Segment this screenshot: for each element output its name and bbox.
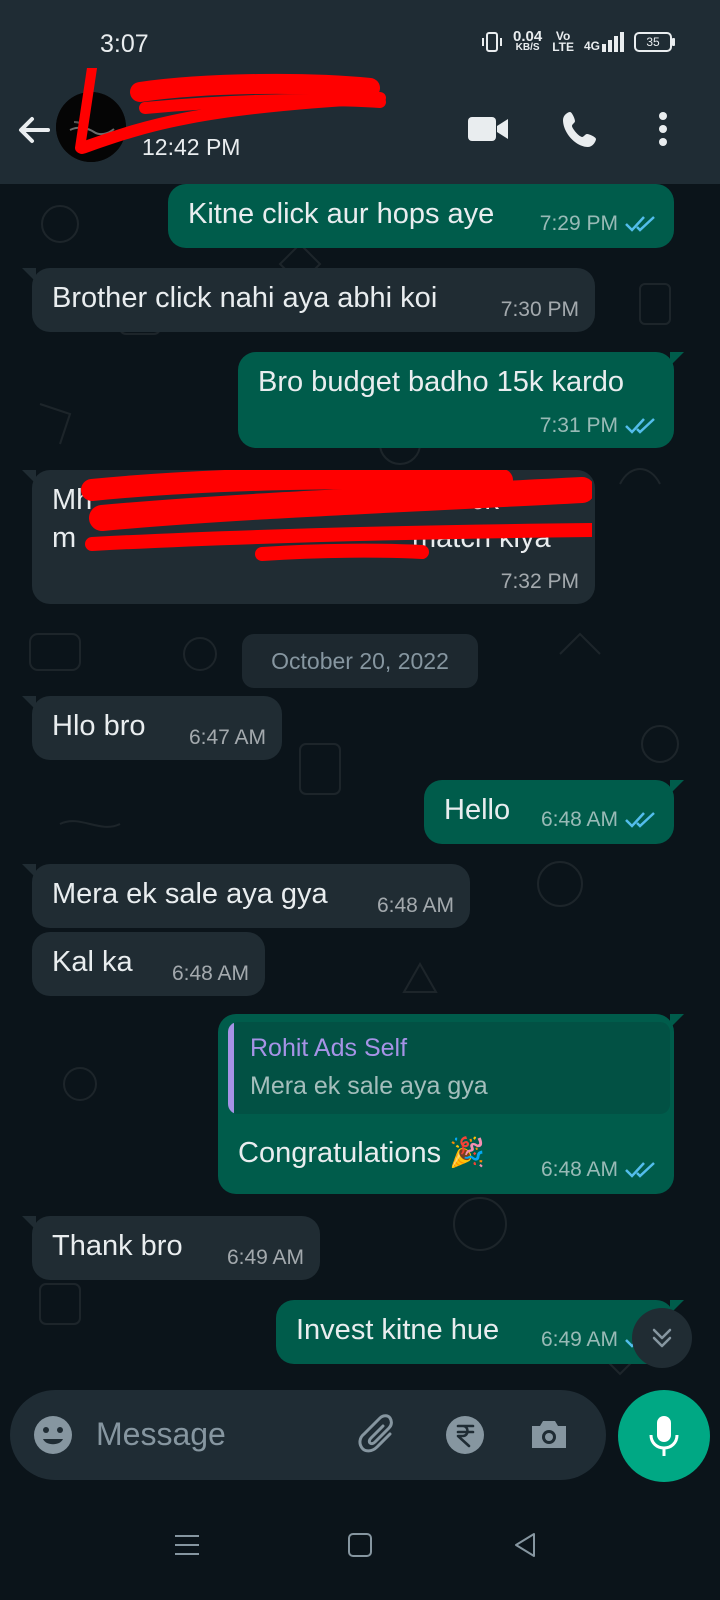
compose-bar: Message (0, 1390, 720, 1490)
signal-indicator: 4G (584, 32, 624, 52)
last-seen: 12:42 PM (142, 134, 241, 160)
message-input[interactable]: Message (96, 1416, 226, 1453)
message-text: Hello (444, 794, 511, 826)
message-meta: 6:49 AM (227, 1246, 304, 1270)
message-text: Kitne click aur hops aye (188, 198, 495, 230)
message-bubble-outgoing[interactable]: Kitne click aur hops aye 7:29 PM (168, 184, 674, 248)
message-meta: 6:48 AM (377, 894, 454, 918)
read-ticks-icon (625, 216, 655, 232)
phone-icon[interactable] (558, 106, 604, 152)
message-bubble-incoming[interactable]: Thank bro 6:49 AM (22, 1216, 320, 1280)
message-meta: 6:47 AM (189, 726, 266, 750)
video-call-icon[interactable] (466, 106, 512, 152)
message-text: Bro budget badho 15k kardo (258, 366, 624, 398)
rupee-payment-icon[interactable] (444, 1414, 486, 1456)
quoted-message[interactable]: Rohit Ads Self Mera ek sale aya gya (228, 1022, 670, 1114)
message-time: 6:48 AM (171, 962, 249, 985)
quote-accent-bar (228, 1022, 234, 1114)
message-time: 6:48 AM (376, 894, 454, 917)
emoji-icon[interactable] (32, 1414, 74, 1456)
message-bubble-incoming[interactable]: Mh ck m match kiya 7:32 PM (22, 470, 595, 604)
message-meta: 7:31 PM (540, 414, 658, 438)
status-time: 3:07 (100, 30, 149, 58)
message-bubble-incoming[interactable]: Hlo bro 6:47 AM (22, 696, 282, 760)
more-options-icon[interactable] (640, 106, 686, 152)
camera-icon[interactable] (526, 1412, 572, 1458)
message-meta: 7:29 PM (540, 212, 658, 236)
read-ticks-icon (625, 812, 655, 828)
mic-icon (649, 1416, 679, 1456)
message-time: 7:32 PM (500, 570, 579, 593)
message-text: Invest kitne hue (296, 1314, 500, 1346)
read-ticks-icon (625, 418, 655, 434)
message-meta: 6:48 AM (541, 1158, 658, 1182)
message-meta: 6:48 AM (172, 962, 249, 986)
message-text: Thank bro (52, 1230, 183, 1262)
scroll-down-icon (652, 1328, 672, 1348)
message-text: Hlo bro (52, 710, 146, 742)
message-time: 6:48 AM (540, 1158, 618, 1181)
message-meta: 6:48 AM (541, 808, 658, 832)
system-nav-bar (0, 1490, 720, 1600)
message-bubble-incoming[interactable]: Kal ka 6:48 AM (32, 932, 265, 996)
message-time: 7:30 PM (500, 298, 579, 321)
message-text: Kal ka (52, 946, 133, 978)
message-time: 7:29 PM (539, 212, 618, 235)
nav-menu-icon[interactable] (170, 1528, 204, 1562)
message-bubble-incoming[interactable]: Mera ek sale aya gya 6:48 AM (22, 864, 470, 928)
message-time: 6:49 AM (226, 1246, 304, 1269)
scroll-down-button[interactable] (632, 1308, 692, 1368)
message-meta: 7:32 PM (501, 570, 579, 594)
nav-back-icon[interactable] (508, 1528, 542, 1562)
nav-home-icon[interactable] (343, 1528, 377, 1562)
back-arrow-icon[interactable] (14, 110, 54, 150)
message-text: Brother click nahi aya abhi koi (52, 282, 438, 314)
vibrate-icon (482, 32, 502, 52)
volte-indicator: Vo LTE (552, 29, 574, 54)
quoted-text: Mera ek sale aya gya (250, 1072, 488, 1100)
message-bubble-outgoing-reply[interactable]: Rohit Ads Self Mera ek sale aya gya Cong… (218, 1014, 684, 1194)
message-time: 7:31 PM (539, 414, 618, 437)
chat-area[interactable]: Kitne click aur hops aye 7:29 PM Brother… (0, 184, 720, 1402)
message-bubble-outgoing[interactable]: Hello 6:48 AM (424, 780, 684, 844)
read-ticks-icon (625, 1162, 655, 1178)
status-indicators: 0.04 KB/S Vo LTE 4G 35 (481, 28, 675, 54)
message-bubble-incoming[interactable]: Brother click nahi aya abhi koi 7:30 PM (22, 268, 595, 332)
attach-icon[interactable] (356, 1412, 402, 1458)
message-bubble-outgoing[interactable]: Bro budget badho 15k kardo 7:31 PM (238, 352, 684, 448)
message-meta: 7:30 PM (501, 298, 579, 322)
message-time: 6:48 AM (540, 808, 618, 831)
net-speed: 0.04 KB/S (513, 28, 543, 53)
date-separator: October 20, 2022 (242, 634, 478, 688)
signal-icon (602, 32, 624, 52)
quoted-sender: Rohit Ads Self (250, 1034, 408, 1062)
message-text: Congratulations 🎉 (238, 1137, 486, 1169)
battery-indicator: 35 (634, 32, 675, 52)
message-time: 6:47 AM (188, 726, 266, 749)
message-input-container[interactable]: Message (10, 1390, 606, 1480)
message-time: 6:49 AM (540, 1328, 618, 1351)
mic-button[interactable] (618, 1390, 710, 1482)
chat-header: 12:42 PM (0, 68, 720, 184)
message-text: Mera ek sale aya gya (52, 878, 328, 910)
message-bubble-outgoing[interactable]: Invest kitne hue 6:49 AM (276, 1300, 684, 1364)
redaction-mark (81, 470, 592, 561)
